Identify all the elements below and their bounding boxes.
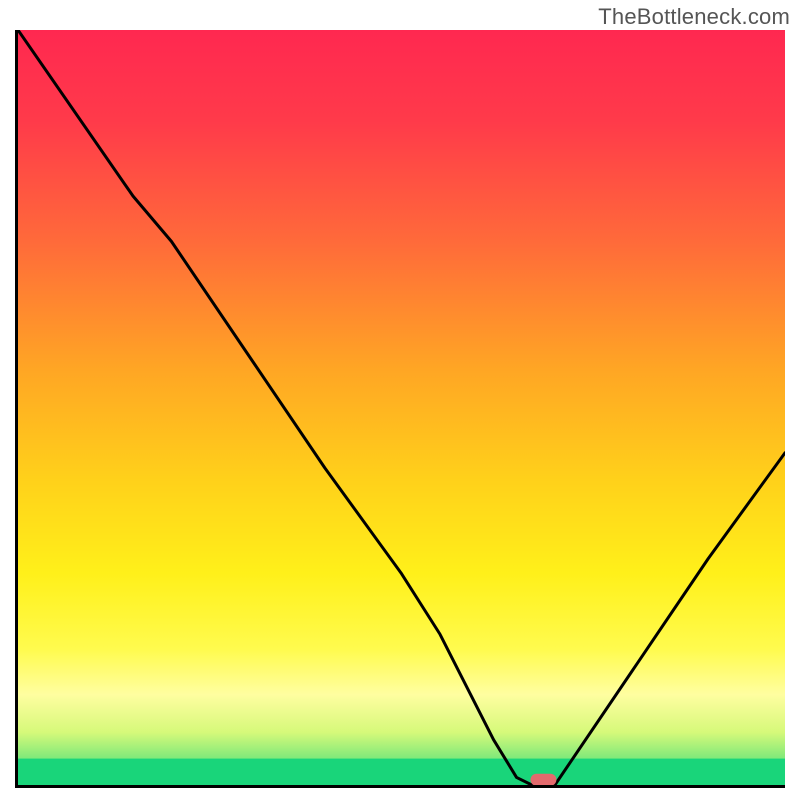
optimal-point-marker bbox=[530, 774, 556, 785]
chart-canvas: TheBottleneck.com bbox=[0, 0, 800, 800]
gradient-background bbox=[18, 30, 785, 785]
green-baseline-band bbox=[18, 759, 785, 785]
plot-svg bbox=[18, 30, 785, 785]
watermark-text: TheBottleneck.com bbox=[598, 4, 790, 30]
plot-frame bbox=[15, 30, 785, 788]
